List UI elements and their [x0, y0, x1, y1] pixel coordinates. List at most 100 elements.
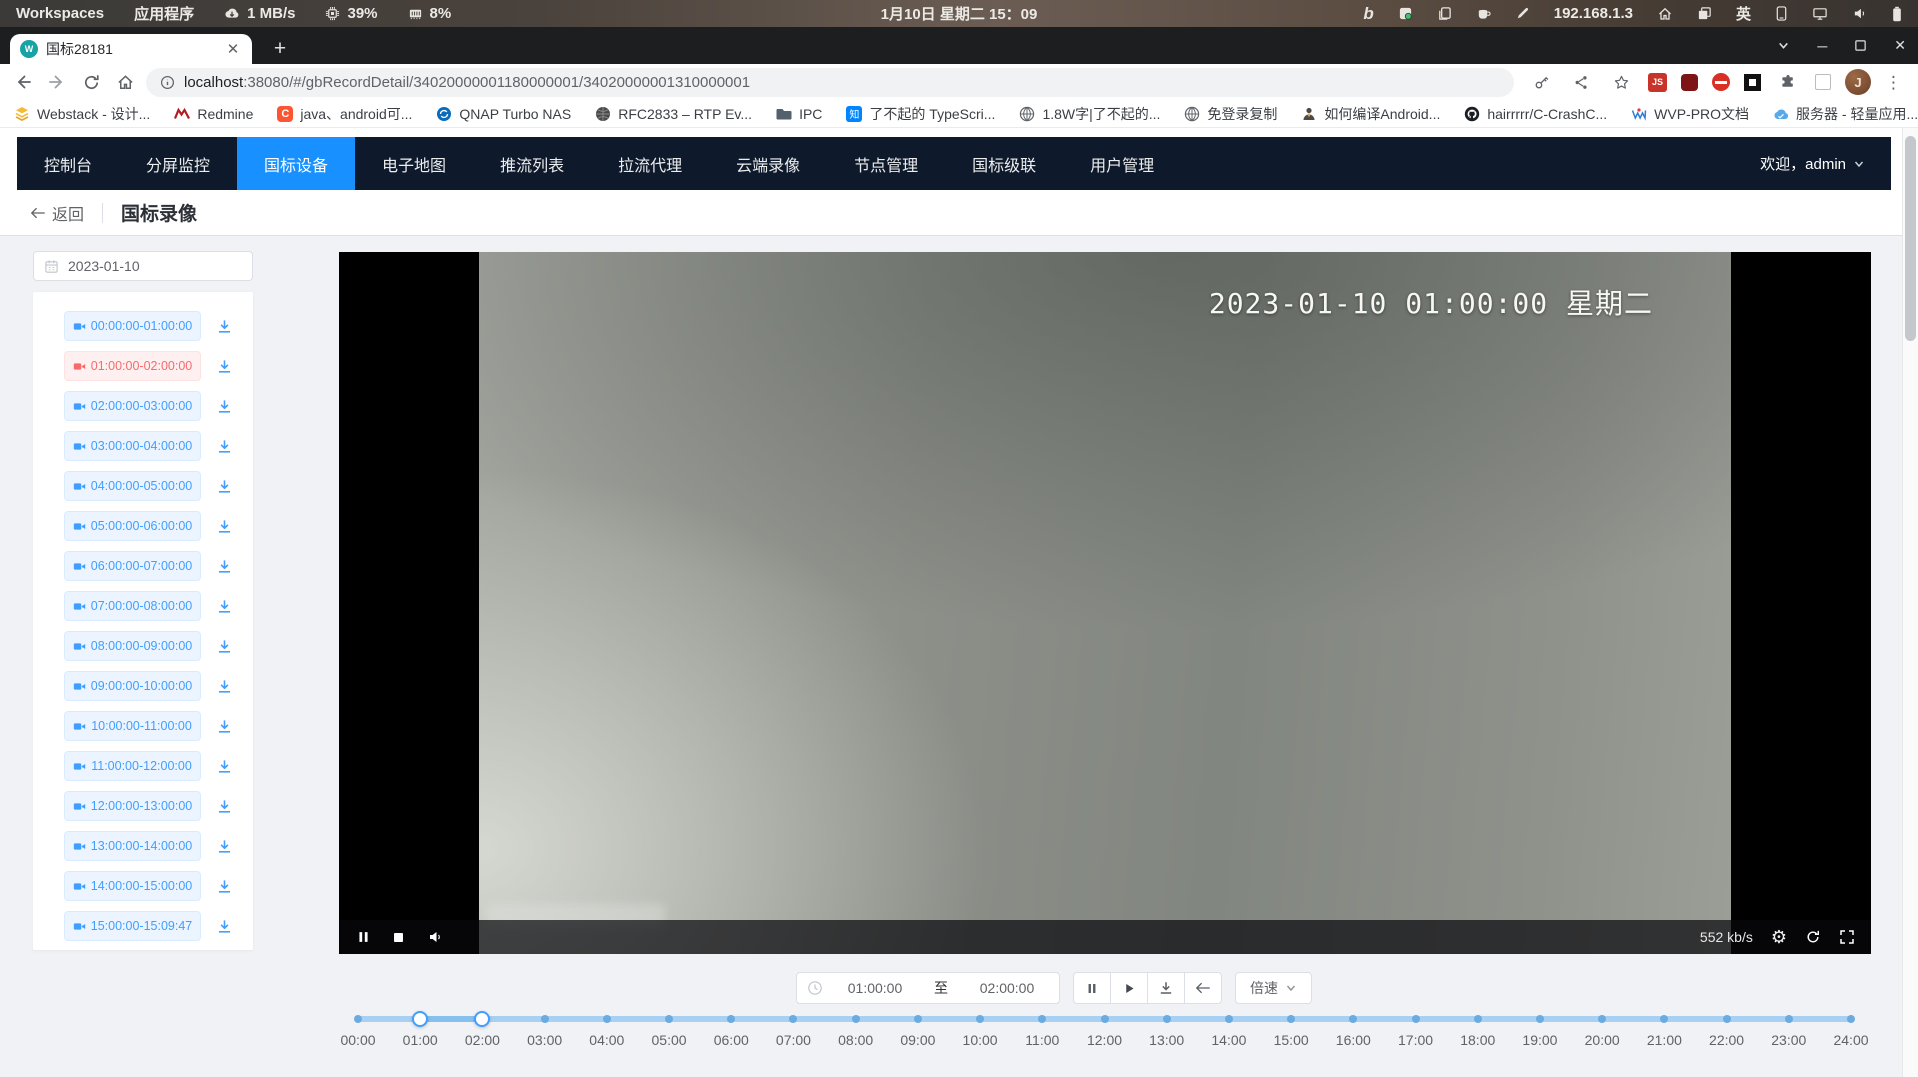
- bookmark-item[interactable]: 免登录复制: [1184, 104, 1277, 124]
- address-bar[interactable]: localhost:38080/#/gbRecordDetail/3402000…: [146, 68, 1514, 97]
- tab-search-chevron-icon[interactable]: [1777, 39, 1790, 52]
- nav-tab-2-active[interactable]: 国标设备: [237, 137, 355, 190]
- speed-dropdown-button[interactable]: 倍速: [1235, 972, 1312, 1004]
- segment-button[interactable]: 09:00:00-10:00:00: [64, 671, 201, 701]
- download-icon[interactable]: [216, 638, 233, 655]
- windows-tray-icon[interactable]: [1697, 6, 1712, 21]
- nav-tab-9[interactable]: 用户管理: [1063, 137, 1181, 190]
- player-pause-icon[interactable]: [357, 930, 370, 944]
- segment-button[interactable]: 06:00:00-07:00:00: [64, 551, 201, 581]
- extension-icon[interactable]: [1681, 74, 1698, 91]
- download-icon[interactable]: [216, 838, 233, 855]
- back-link[interactable]: 返回: [30, 201, 84, 225]
- ime-indicator[interactable]: 英: [1736, 3, 1751, 24]
- bing-tray-icon[interactable]: b: [1363, 5, 1373, 22]
- bookmark-item[interactable]: RFC2833 – RTP Ev...: [595, 106, 752, 122]
- segment-button[interactable]: 01:00:00-02:00:00: [64, 351, 201, 381]
- nav-tab-5[interactable]: 拉流代理: [591, 137, 709, 190]
- forward-button[interactable]: [44, 69, 70, 95]
- segment-button[interactable]: 13:00:00-14:00:00: [64, 831, 201, 861]
- share-icon[interactable]: [1568, 69, 1594, 95]
- play-button[interactable]: [1110, 972, 1148, 1004]
- pause-button[interactable]: [1073, 972, 1111, 1004]
- nav-tab-8[interactable]: 国标级联: [945, 137, 1063, 190]
- download-icon[interactable]: [216, 598, 233, 615]
- bookmark-item[interactable]: hairrrrr/C-CrashC...: [1464, 106, 1607, 122]
- bookmark-item[interactable]: Redmine: [174, 106, 253, 122]
- segment-button[interactable]: 14:00:00-15:00:00: [64, 871, 201, 901]
- window-close-button[interactable]: ✕: [1894, 37, 1906, 54]
- start-time-field[interactable]: 01:00:00: [823, 980, 927, 996]
- bookmark-item[interactable]: WVP-PRO文档: [1631, 104, 1749, 124]
- download-icon[interactable]: [216, 438, 233, 455]
- reload-button[interactable]: [78, 69, 104, 95]
- extension-blocker-icon[interactable]: [1712, 73, 1730, 91]
- player-fullscreen-icon[interactable]: [1839, 929, 1855, 945]
- bookmark-star-icon[interactable]: [1608, 69, 1634, 95]
- download-icon[interactable]: [216, 678, 233, 695]
- download-icon[interactable]: [216, 358, 233, 375]
- player-refresh-icon[interactable]: [1805, 929, 1821, 945]
- screenshot-tray-icon[interactable]: [1398, 6, 1413, 21]
- segment-button[interactable]: 05:00:00-06:00:00: [64, 511, 201, 541]
- download-icon[interactable]: [216, 878, 233, 895]
- segment-button[interactable]: 08:00:00-09:00:00: [64, 631, 201, 661]
- home-button[interactable]: [112, 69, 138, 95]
- bookmark-item[interactable]: QNAP Turbo NAS: [436, 106, 571, 122]
- bookmark-item[interactable]: 如何编译Android...: [1301, 104, 1440, 124]
- system-clock[interactable]: 1月10日 星期二 15：09: [881, 3, 1038, 24]
- download-icon[interactable]: [216, 718, 233, 735]
- bookmark-item[interactable]: Cjava、android可...: [277, 104, 412, 124]
- browser-menu-icon[interactable]: ⋮: [1885, 74, 1902, 91]
- extension-js-icon[interactable]: JS: [1648, 73, 1667, 92]
- timeline-handle[interactable]: [474, 1011, 490, 1027]
- window-minimize-button[interactable]: ─: [1817, 38, 1827, 54]
- download-icon[interactable]: [216, 518, 233, 535]
- bookmark-item[interactable]: 知了不起的 TypeScri...: [846, 104, 995, 124]
- timeline-handle[interactable]: [412, 1011, 428, 1027]
- download-icon[interactable]: [216, 478, 233, 495]
- welcome-user-menu[interactable]: 欢迎，admin: [1760, 153, 1865, 174]
- download-icon[interactable]: [216, 758, 233, 775]
- nav-tab-0[interactable]: 控制台: [17, 137, 119, 190]
- segment-button[interactable]: 02:00:00-03:00:00: [64, 391, 201, 421]
- nav-tab-4[interactable]: 推流列表: [473, 137, 591, 190]
- bookmark-item[interactable]: Webstack - 设计...: [14, 104, 150, 124]
- volume-tray-icon[interactable]: [1852, 6, 1868, 21]
- timeline-track[interactable]: [358, 1016, 1851, 1022]
- tab-close-icon[interactable]: ✕: [224, 40, 242, 58]
- new-tab-button[interactable]: +: [266, 35, 294, 63]
- download-icon[interactable]: [216, 398, 233, 415]
- seek-back-button[interactable]: [1184, 972, 1222, 1004]
- download-icon[interactable]: [216, 798, 233, 815]
- nav-tab-6[interactable]: 云端录像: [709, 137, 827, 190]
- segment-button[interactable]: 12:00:00-13:00:00: [64, 791, 201, 821]
- segment-button[interactable]: 03:00:00-04:00:00: [64, 431, 201, 461]
- nav-tab-7[interactable]: 节点管理: [827, 137, 945, 190]
- extension-dark-icon[interactable]: [1744, 74, 1761, 91]
- caffeine-tray-icon[interactable]: [1476, 6, 1491, 21]
- download-button[interactable]: [1147, 972, 1185, 1004]
- nav-tab-1[interactable]: 分屏监控: [119, 137, 237, 190]
- download-icon[interactable]: [216, 558, 233, 575]
- segment-button[interactable]: 10:00:00-11:00:00: [64, 711, 201, 741]
- applications-menu[interactable]: 应用程序: [134, 3, 194, 24]
- download-icon[interactable]: [216, 918, 233, 935]
- segment-button[interactable]: 00:00:00-01:00:00: [64, 311, 201, 341]
- bookmark-item[interactable]: 1.8W字|了不起的...: [1019, 104, 1160, 124]
- workspaces-button[interactable]: Workspaces: [16, 5, 104, 22]
- player-stop-icon[interactable]: [392, 931, 405, 944]
- display-tray-icon[interactable]: [1812, 6, 1828, 21]
- bookmark-item[interactable]: IPC: [776, 106, 822, 122]
- end-time-field[interactable]: 02:00:00: [955, 980, 1059, 996]
- password-key-icon[interactable]: [1528, 69, 1554, 95]
- profile-avatar[interactable]: J: [1845, 69, 1871, 95]
- download-icon[interactable]: [216, 318, 233, 335]
- window-maximize-button[interactable]: [1854, 39, 1867, 52]
- segment-button[interactable]: 07:00:00-08:00:00: [64, 591, 201, 621]
- segment-button[interactable]: 15:00:00-15:09:47: [64, 911, 201, 941]
- date-picker-input[interactable]: 2023-01-10: [33, 251, 253, 281]
- segment-button[interactable]: 11:00:00-12:00:00: [64, 751, 201, 781]
- browser-tab[interactable]: W 国标28181 ✕: [10, 34, 252, 64]
- clipboard-tray-icon[interactable]: [1437, 6, 1452, 21]
